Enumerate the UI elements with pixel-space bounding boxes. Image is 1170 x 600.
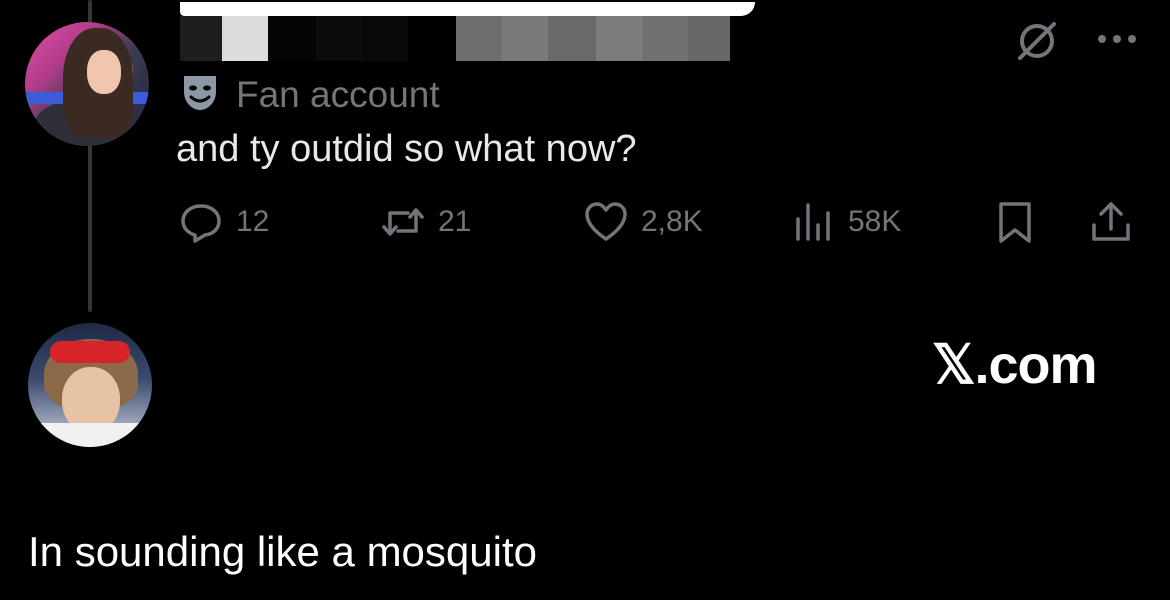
like-count: 2,8K xyxy=(641,205,703,238)
grok-icon[interactable] xyxy=(1014,18,1060,64)
views-count: 58K xyxy=(848,205,902,238)
like-button[interactable]: 2,8K xyxy=(583,198,703,246)
bookmark-icon xyxy=(999,202,1031,243)
avatar[interactable] xyxy=(28,323,152,447)
views-icon xyxy=(796,203,830,241)
redacted-name-overlay xyxy=(180,2,755,16)
repost-button[interactable]: 21 xyxy=(380,198,471,246)
masks-icon xyxy=(184,76,216,110)
reply-count: 12 xyxy=(236,205,270,238)
reply-icon xyxy=(181,204,221,243)
tweet-text: and ty outdid so what now? xyxy=(176,128,637,170)
more-options-icon[interactable] xyxy=(1094,24,1140,54)
fan-account-label: Fan account xyxy=(236,74,440,115)
views-button[interactable]: 58K xyxy=(790,198,901,246)
repost-count: 21 xyxy=(438,205,472,238)
share-icon xyxy=(1092,202,1130,241)
reply-text: In sounding like a mosquito xyxy=(28,528,537,575)
share-button[interactable] xyxy=(1088,198,1134,246)
avatar[interactable] xyxy=(25,22,149,146)
x-com-watermark: 𝕏.com xyxy=(932,335,1098,395)
repost-icon xyxy=(382,208,424,236)
heart-icon xyxy=(585,202,627,241)
bookmark-button[interactable] xyxy=(992,198,1038,246)
redacted-username xyxy=(180,16,730,61)
reply-button[interactable]: 12 xyxy=(178,198,269,246)
